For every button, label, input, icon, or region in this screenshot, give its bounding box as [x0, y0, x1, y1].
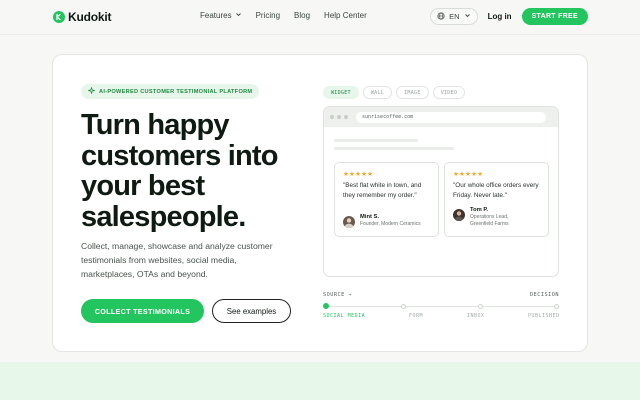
next-section-band: [0, 362, 640, 400]
pipeline-track: [326, 306, 556, 307]
review-author: Tom P. Operations Lead, Greenfield Farms: [453, 207, 522, 228]
hero-badge-text: AI-POWERED CUSTOMER TESTIMONIAL PLATFORM: [99, 88, 253, 95]
nav-link-pricing[interactable]: Pricing: [256, 11, 280, 20]
star-rating: ★★★★★: [453, 171, 484, 178]
hero-headline: Turn happy customers into your best sale…: [81, 109, 278, 233]
brand-name: Kudokit: [68, 10, 112, 24]
pipeline-step-dot[interactable]: [478, 304, 483, 309]
hero-badge: AI-POWERED CUSTOMER TESTIMONIAL PLATFORM: [81, 84, 260, 99]
browser-url-bar: sunrisecoffee.com: [356, 111, 546, 123]
pipeline-step-dot[interactable]: [554, 304, 559, 309]
browser-preview: sunrisecoffee.com ★★★★★ "Best flat white…: [323, 106, 559, 277]
nav-link-help-center[interactable]: Help Center: [324, 11, 367, 20]
window-dot-icon: [344, 115, 348, 119]
kudokit-logo-icon: [53, 11, 65, 23]
author-name: Mint S.: [360, 214, 379, 220]
language-selector[interactable]: EN: [430, 8, 478, 25]
tab-image[interactable]: IMAGE: [396, 86, 429, 99]
review-quote: "Best flat white in town, and they remem…: [343, 182, 422, 199]
review-card: ★★★★★ "Our whole office orders every Fri…: [444, 162, 549, 237]
chevron-down-icon: [464, 12, 471, 21]
see-examples-button[interactable]: See examples: [212, 299, 291, 323]
skeleton-line: [334, 147, 454, 150]
pipeline-decision-label: DECISION: [530, 292, 559, 298]
star-rating: ★★★★★: [343, 171, 374, 178]
author-role: Founder, Modern Ceramics: [360, 221, 421, 227]
tab-wall[interactable]: WALL: [362, 86, 393, 99]
tab-video[interactable]: VIDEO: [432, 86, 466, 99]
nav-actions: EN Log in START FREE: [430, 8, 588, 25]
tab-widget[interactable]: WIDGET: [323, 86, 359, 99]
start-free-button[interactable]: START FREE: [521, 8, 588, 25]
review-card: ★★★★★ "Best flat white in town, and they…: [334, 162, 439, 237]
top-navigation: Kudokit Features Pricing Blog Help Cente…: [0, 0, 640, 34]
window-dot-icon: [330, 115, 334, 119]
nav-links: Features Pricing Blog Help Center: [200, 11, 367, 20]
preview-tabs: WIDGET WALL IMAGE VIDEO: [323, 86, 466, 99]
skeleton-line: [334, 139, 418, 142]
pipeline-step-dot[interactable]: [323, 303, 329, 309]
browser-toolbar: sunrisecoffee.com: [324, 107, 558, 127]
nav-link-label: Blog: [294, 11, 311, 20]
nav-link-label: Features: [200, 11, 232, 20]
chevron-down-icon: [235, 11, 242, 20]
avatar: [453, 209, 465, 221]
review-author: Mint S. Founder, Modern Ceramics: [343, 214, 421, 228]
globe-icon: [437, 11, 445, 22]
pipeline-step-dot[interactable]: [401, 304, 406, 309]
hero-card: AI-POWERED CUSTOMER TESTIMONIAL PLATFORM…: [52, 54, 588, 352]
review-quote: "Our whole office orders every Friday. N…: [453, 182, 539, 199]
pipeline-step-form: FORM: [409, 313, 424, 319]
pipeline-source-label: SOURCE →: [323, 292, 352, 298]
author-role: Operations Lead, Greenfield Farms: [470, 214, 509, 227]
pipeline-step-published: PUBLISHED: [528, 313, 560, 319]
sparkle-icon: [87, 86, 96, 96]
avatar: [343, 216, 355, 228]
collect-testimonials-button[interactable]: COLLECT TESTIMONIALS: [81, 299, 204, 323]
login-link[interactable]: Log in: [488, 12, 512, 21]
nav-link-label: Help Center: [324, 11, 367, 20]
pipeline-step-inbox: INBOX: [467, 313, 485, 319]
nav-link-label: Pricing: [255, 11, 281, 20]
nav-link-features[interactable]: Features: [200, 11, 242, 20]
pipeline-step-social-media: SOCIAL MEDIA: [323, 313, 366, 319]
nav-divider: [0, 34, 640, 35]
author-name: Tom P.: [470, 207, 489, 213]
brand-logo[interactable]: Kudokit: [53, 10, 111, 24]
language-label: EN: [449, 12, 460, 21]
window-dot-icon: [337, 115, 341, 119]
nav-link-blog[interactable]: Blog: [294, 11, 310, 20]
hero-subtext: Collect, manage, showcase and analyze cu…: [81, 241, 273, 279]
